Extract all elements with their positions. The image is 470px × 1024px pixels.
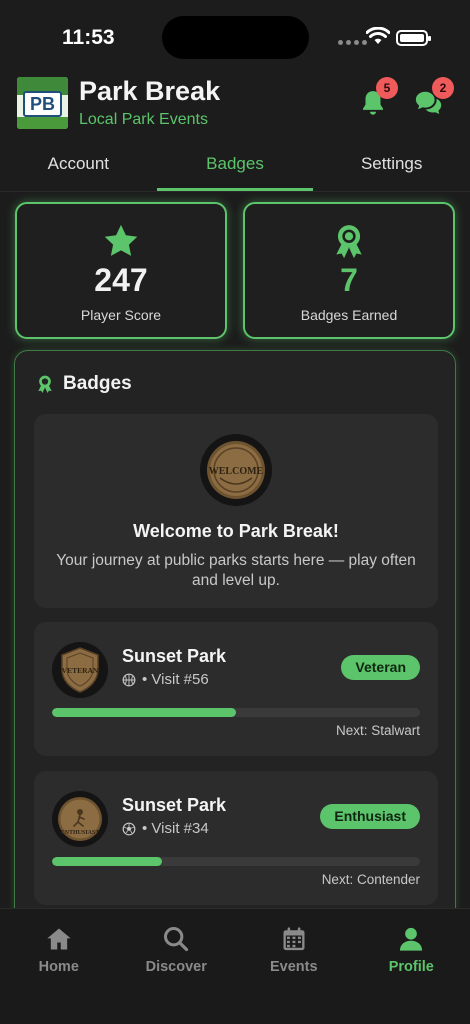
dynamic-island: [162, 16, 309, 59]
app-header: PB Park Break Local Park Events 5 2: [0, 74, 470, 136]
badges-panel-header: Badges: [35, 373, 132, 395]
badge-visit-count: • Visit #34: [142, 820, 209, 837]
person-icon: [400, 927, 423, 951]
welcome-badge-card[interactable]: WELCOME Welcome to Park Break! Your jour…: [34, 414, 438, 608]
star-icon: [104, 224, 138, 256]
veteran-medal-text: VETERAN: [62, 666, 99, 675]
status-bar: 11:53: [0, 0, 470, 74]
nav-events[interactable]: Events: [235, 909, 353, 1024]
badges-earned-card: 7 Badges Earned: [243, 202, 455, 339]
notifications-count-badge: 5: [376, 77, 398, 99]
badge-progress-bar: [52, 857, 420, 866]
welcome-description: Your journey at public parks starts here…: [56, 552, 416, 589]
bottom-navigation: Home Discover Events Profile: [0, 908, 470, 1024]
player-score-label: Player Score: [80, 307, 162, 323]
messages-count-badge: 2: [432, 77, 454, 99]
award-icon: [38, 375, 52, 393]
badges-earned-label: Badges Earned: [300, 307, 398, 323]
badge-level-pill: Veteran: [341, 655, 420, 680]
calendar-icon: [283, 927, 305, 951]
badges-panel: Badges WELCOME Welcome to Park Break! Yo…: [14, 350, 456, 970]
badge-meta: • Visit #56: [122, 671, 209, 688]
battery-icon: [396, 30, 431, 46]
badge-meta: • Visit #34: [122, 820, 209, 837]
badge-park-name: Sunset Park: [122, 795, 227, 815]
enthusiast-medal-icon: ENTHUSIAST: [52, 791, 108, 847]
player-score-value: 247: [94, 262, 148, 298]
wifi-icon: [366, 27, 390, 44]
app-subtitle: Local Park Events: [79, 111, 208, 128]
badge-card[interactable]: VETERAN Sunset Park • Visit #56 Veteran …: [34, 622, 438, 756]
veteran-medal-icon: VETERAN: [52, 642, 108, 698]
badges-panel-title: Badges: [63, 373, 132, 394]
nav-home-label: Home: [38, 959, 79, 975]
tab-badges[interactable]: Badges: [156, 136, 314, 191]
badge-park-name: Sunset Park: [122, 646, 227, 666]
notifications-button[interactable]: 5: [358, 77, 398, 118]
logo-text: PB: [23, 91, 62, 117]
tab-settings[interactable]: Settings: [313, 136, 470, 191]
welcome-medal-icon: WELCOME: [200, 434, 272, 506]
badge-progress-bar: [52, 708, 420, 717]
badge-progress-fill: [52, 857, 163, 866]
search-icon: [164, 926, 189, 952]
nav-discover[interactable]: Discover: [118, 909, 236, 1024]
enthusiast-medal-text: ENTHUSIAST: [61, 830, 100, 836]
soccer-ball-icon: [122, 822, 136, 835]
badge-visit-count: • Visit #56: [142, 671, 209, 688]
basketball-icon: [122, 673, 136, 686]
app-logo[interactable]: PB: [17, 77, 68, 129]
player-score-card: 247 Player Score: [15, 202, 227, 339]
nav-discover-label: Discover: [145, 959, 207, 975]
welcome-title: Welcome to Park Break!: [133, 521, 339, 541]
nav-profile[interactable]: Profile: [353, 909, 470, 1024]
badges-earned-value: 7: [340, 262, 358, 298]
badge-level-pill: Enthusiast: [320, 804, 420, 829]
tab-account[interactable]: Account: [0, 136, 157, 191]
badge-card[interactable]: ENTHUSIAST Sunset Park • Visit #34 Enthu…: [34, 771, 438, 905]
status-time: 11:53: [62, 26, 115, 49]
nav-home[interactable]: Home: [0, 909, 118, 1024]
app-title: Park Break: [79, 76, 221, 106]
welcome-medal-text: WELCOME: [209, 466, 264, 477]
award-icon: [336, 225, 362, 259]
badge-next-level: Next: Stalwart: [335, 723, 420, 738]
badge-next-level: Next: Contender: [321, 872, 420, 887]
home-icon: [47, 928, 71, 950]
nav-events-label: Events: [269, 959, 318, 975]
cellular-signal-icon: [338, 40, 367, 45]
badge-progress-fill: [52, 708, 236, 717]
messages-button[interactable]: 2: [414, 77, 454, 118]
nav-profile-label: Profile: [388, 959, 434, 975]
profile-tabs: Account Badges Settings: [0, 136, 470, 192]
